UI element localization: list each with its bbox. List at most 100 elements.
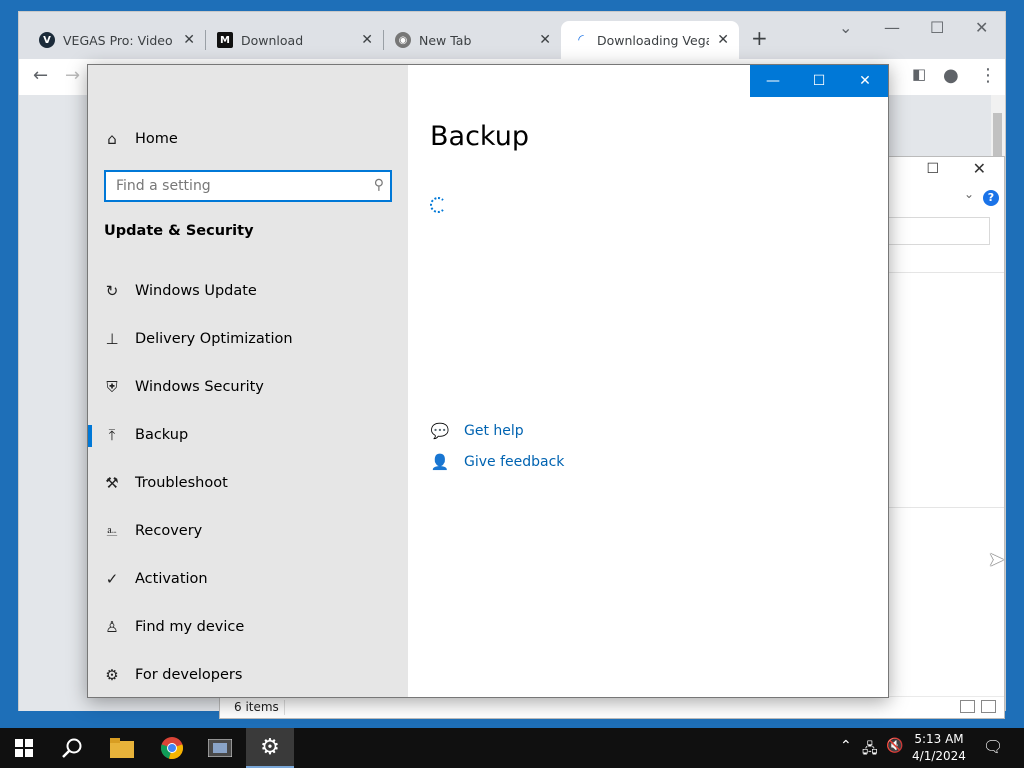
mouse-cursor-icon: ➤: [988, 547, 1005, 571]
delivery-optimization-icon: ⊥: [105, 330, 119, 348]
windows-logo-icon: [15, 739, 33, 757]
back-icon[interactable]: ←: [33, 65, 48, 86]
magnifier-icon: [62, 738, 82, 758]
recovery-icon: ⎁: [105, 522, 118, 540]
status-bar: 6 items: [220, 696, 1004, 718]
new-tab-button[interactable]: +: [751, 26, 768, 50]
sidebar-item-windows-security[interactable]: ⛨ Windows Security: [88, 367, 408, 407]
view-toggles: [960, 700, 996, 713]
page-title: Backup: [430, 121, 529, 152]
vegas-icon: V: [39, 32, 55, 48]
home-label: Home: [135, 131, 178, 147]
close-icon[interactable]: ✕: [361, 32, 373, 48]
media-app-icon[interactable]: [196, 728, 244, 768]
m-logo-icon: M: [217, 32, 233, 48]
forward-icon[interactable]: →: [65, 65, 80, 86]
settings-content: Backup 💬 Get help 👤 Give feedback: [408, 65, 888, 697]
shield-icon: ⛨: [106, 378, 118, 396]
sidebar-icon[interactable]: ◧: [912, 65, 926, 83]
sidebar-item-home[interactable]: ⌂ Home: [104, 129, 178, 149]
sidebar-item-activation[interactable]: ✓ Activation: [88, 559, 408, 599]
folder-icon: [110, 738, 134, 758]
search-icon: ⚲: [373, 177, 384, 193]
close-button[interactable]: ✕: [975, 18, 988, 37]
settings-taskbar-icon[interactable]: ⚙: [246, 728, 294, 768]
sidebar-item-troubleshoot[interactable]: ⚒ Troubleshoot: [88, 463, 408, 503]
sidebar-item-label: For developers: [135, 667, 243, 683]
close-icon[interactable]: ✕: [183, 32, 195, 48]
tab-label: Download: [241, 32, 304, 48]
sidebar-item-for-developers[interactable]: ⚙ For developers: [88, 655, 408, 695]
clock[interactable]: 5:13 AM 4/1/2024: [900, 731, 978, 765]
tab-vegas-pro[interactable]: V VEGAS Pro: Video Edi ✕: [27, 21, 205, 59]
sidebar-item-label: Windows Security: [135, 379, 264, 395]
wrench-icon: ⚒: [105, 474, 119, 492]
developer-tools-icon: ⚙: [105, 666, 119, 684]
gear-icon: ⚙: [260, 734, 280, 760]
sidebar-item-label: Activation: [135, 571, 208, 587]
sidebar-item-find-my-device[interactable]: ♙ Find my device: [88, 607, 408, 647]
large-icons-view-icon[interactable]: [981, 700, 996, 713]
settings-sidebar: ⌂ Home ⚲ Update & Security ↻ Windows Upd…: [88, 65, 408, 697]
person-pin-icon: ♙: [105, 618, 119, 636]
search-icon[interactable]: [48, 728, 96, 768]
file-explorer-icon[interactable]: [98, 728, 146, 768]
maximize-button[interactable]: ☐: [926, 161, 939, 177]
sidebar-item-recovery[interactable]: ⎁ Recovery: [88, 511, 408, 551]
give-feedback-label: Give feedback: [464, 454, 565, 470]
network-icon[interactable]: 🖧: [862, 738, 878, 762]
tab-new-tab[interactable]: ◉ New Tab ✕: [383, 21, 561, 59]
divider: [284, 700, 285, 715]
scrollbar-thumb[interactable]: [993, 113, 1002, 161]
sidebar-item-backup[interactable]: ⤒ Backup: [88, 415, 408, 455]
sidebar-item-label: Recovery: [135, 523, 203, 539]
refresh-icon: ↻: [105, 282, 119, 300]
backup-arrow-icon: ⤒: [108, 426, 116, 444]
profile-icon[interactable]: ●: [943, 65, 959, 86]
item-count: 6 items: [234, 700, 279, 714]
sidebar-item-label: Backup: [135, 427, 189, 443]
section-title: Update & Security: [104, 223, 254, 239]
get-help-link[interactable]: 💬 Get help: [430, 422, 524, 440]
chrome-logo-icon: [160, 737, 184, 760]
clock-date: 4/1/2024: [912, 749, 966, 763]
chevron-down-icon[interactable]: ⌄: [964, 187, 974, 201]
chrome-icon: ◉: [395, 32, 411, 48]
chat-help-icon: 💬: [430, 422, 450, 440]
tab-downloading-vegas[interactable]: ◜ Downloading Vegas P ✕: [561, 21, 739, 59]
tab-label: New Tab: [419, 32, 472, 48]
tab-label: VEGAS Pro: Video Edi: [63, 32, 175, 48]
details-view-icon[interactable]: [960, 700, 975, 713]
home-icon: ⌂: [107, 130, 117, 148]
close-icon[interactable]: ✕: [539, 32, 551, 48]
taskbar: ⚙ ⌃ 🖧 🔇 5:13 AM 4/1/2024 🗨: [0, 728, 1024, 768]
sidebar-item-label: Delivery Optimization: [135, 331, 293, 347]
maximize-button[interactable]: ☐: [930, 18, 944, 37]
close-icon[interactable]: ✕: [717, 32, 729, 48]
loading-spinner-icon: [430, 197, 446, 213]
sidebar-item-label: Troubleshoot: [135, 475, 228, 491]
search-input[interactable]: [106, 172, 390, 200]
tab-search-chevron-icon[interactable]: ⌄: [839, 18, 852, 37]
settings-window: ⌂ Home ⚲ Update & Security ↻ Windows Upd…: [87, 64, 889, 698]
get-help-label: Get help: [464, 423, 524, 439]
sidebar-item-label: Windows Update: [135, 283, 257, 299]
chevron-up-icon[interactable]: ⌃: [840, 738, 852, 754]
sidebar-item-delivery-optimization[interactable]: ⊥ Delivery Optimization: [88, 319, 408, 359]
search-field[interactable]: ⚲: [104, 170, 392, 202]
tab-download[interactable]: M Download ✕: [205, 21, 383, 59]
minimize-button[interactable]: —: [884, 18, 900, 37]
close-button[interactable]: ✕: [973, 159, 986, 178]
loading-icon: ◜: [578, 32, 584, 48]
check-circle-icon: ✓: [105, 570, 119, 588]
clock-time: 5:13 AM: [914, 732, 964, 746]
notification-icon[interactable]: 🗨: [983, 737, 1003, 756]
menu-icon[interactable]: ⋮: [979, 65, 997, 86]
sidebar-item-label: Find my device: [135, 619, 245, 635]
chrome-icon[interactable]: [148, 728, 196, 768]
sidebar-item-windows-update[interactable]: ↻ Windows Update: [88, 271, 408, 311]
help-icon[interactable]: ?: [983, 190, 999, 206]
start-button[interactable]: [0, 728, 48, 768]
feedback-person-icon: 👤: [430, 453, 450, 471]
give-feedback-link[interactable]: 👤 Give feedback: [430, 453, 565, 471]
